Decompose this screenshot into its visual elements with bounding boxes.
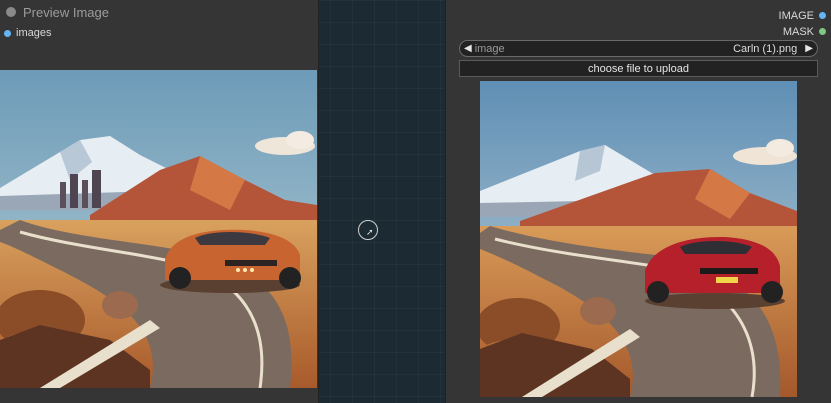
node-title: Preview Image — [6, 3, 109, 21]
combo-value: Carln (1).png ▶ — [733, 43, 813, 55]
input-slot-images[interactable]: images — [4, 27, 51, 39]
combo-value-text: Carln (1).png — [733, 42, 798, 55]
choose-file-upload-button[interactable]: choose file to upload — [459, 60, 818, 77]
input-slot-label: images — [16, 27, 52, 39]
output-slot-label: IMAGE — [778, 9, 814, 22]
combo-label: ◀ image — [464, 43, 505, 55]
output-slot-mask[interactable]: MASK — [783, 25, 826, 38]
node-title-text: Preview Image — [23, 4, 109, 20]
output-slot-dot-icon[interactable] — [819, 28, 826, 35]
preview-image — [0, 70, 317, 388]
output-slot-dot-icon[interactable] — [819, 12, 826, 19]
output-slots: IMAGE MASK — [779, 9, 826, 38]
image-combo-widget[interactable]: ◀ image Carln (1).png ▶ — [459, 40, 818, 57]
collapse-dot-icon[interactable] — [6, 7, 16, 17]
loaded-image-preview — [480, 81, 797, 397]
combo-label-text: image — [474, 42, 505, 55]
preview-image-node[interactable]: Preview Image images — [0, 0, 319, 403]
input-slot-dot-icon[interactable] — [4, 29, 11, 37]
output-slot-label: MASK — [782, 25, 814, 38]
mouse-pointer-icon: ➚ — [366, 227, 374, 237]
combo-next-arrow-icon[interactable]: ▶ — [805, 43, 813, 54]
load-image-node[interactable]: IMAGE MASK ◀ image Carln (1).png ▶ choos… — [445, 0, 831, 403]
combo-prev-arrow-icon[interactable]: ◀ — [464, 43, 472, 54]
output-slot-image[interactable]: IMAGE — [779, 9, 826, 22]
